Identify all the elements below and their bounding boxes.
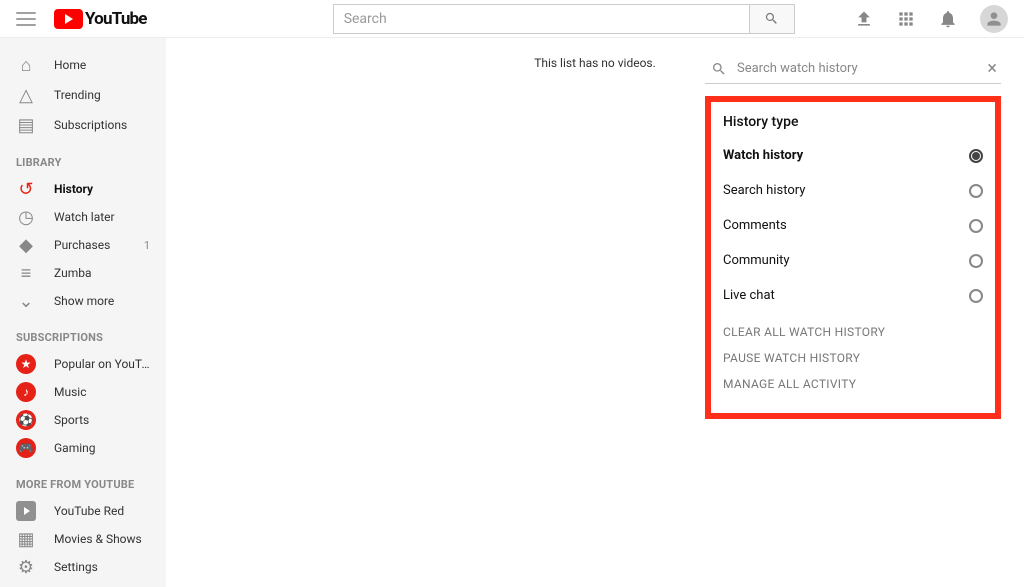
- sidebar-item-label: Popular on YouTu...: [54, 357, 150, 371]
- history-option-community[interactable]: Community: [711, 243, 995, 278]
- watch-later-icon: ◷: [16, 207, 36, 227]
- gaming-icon: 🎮: [16, 438, 36, 458]
- sidebar-item-trending[interactable]: △ Trending: [0, 80, 166, 110]
- sidebar-section-subscriptions: Subscriptions: [0, 315, 166, 350]
- sidebar-section-more: More from YouTube: [0, 462, 166, 497]
- radio-icon: [969, 149, 983, 163]
- play-badge-icon: [54, 9, 83, 29]
- logo-text: YouTube: [85, 9, 147, 29]
- sidebar-subscriptions: ★ Popular on YouTu... ♪ Music ⚽ Sports 🎮 Gaming: [0, 350, 166, 462]
- sidebar-item-gaming[interactable]: 🎮 Gaming: [0, 434, 166, 462]
- search-input[interactable]: [333, 4, 749, 34]
- sidebar: ⌂ Home △ Trending ▤ Subscriptions Library ↺ Hi…: [0, 38, 166, 587]
- sidebar-item-movies-shows[interactable]: ▦ Movies & Shows: [0, 525, 166, 553]
- trending-icon: △: [16, 85, 36, 105]
- film-icon: ▦: [16, 529, 36, 549]
- zumba-icon: ≡: [16, 263, 36, 283]
- sidebar-item-zumba[interactable]: ≡ Zumba: [0, 259, 166, 287]
- sidebar-item-youtube-red[interactable]: YouTube Red: [0, 497, 166, 525]
- history-icon: ↺: [16, 179, 36, 199]
- sidebar-item-home[interactable]: ⌂ Home: [0, 50, 166, 80]
- sidebar-item-label: YouTube Red: [54, 504, 150, 518]
- sidebar-item-settings[interactable]: ⚙ Settings: [0, 553, 166, 581]
- sidebar-item-label: Show more: [54, 294, 150, 308]
- option-label: Community: [723, 253, 790, 268]
- popular-icon: ★: [16, 354, 36, 374]
- gear-icon: ⚙: [16, 557, 36, 577]
- history-search: ×: [705, 54, 1001, 84]
- search-button[interactable]: [749, 4, 795, 34]
- avatar[interactable]: [980, 5, 1008, 33]
- option-label: Live chat: [723, 288, 775, 303]
- search-icon: [764, 11, 779, 26]
- sidebar-item-label: Settings: [54, 560, 150, 574]
- sidebar-item-label: Subscriptions: [54, 118, 150, 132]
- sidebar-item-watch-later[interactable]: ◷ Watch later: [0, 203, 166, 231]
- sidebar-item-history[interactable]: ↺ History: [0, 175, 166, 203]
- sidebar-item-label: Watch later: [54, 210, 150, 224]
- home-icon: ⌂: [16, 55, 36, 75]
- sidebar-more: YouTube Red ▦ Movies & Shows ⚙ Settings: [0, 497, 166, 581]
- sidebar-item-popular[interactable]: ★ Popular on YouTu...: [0, 350, 166, 378]
- sidebar-item-label: History: [54, 182, 150, 196]
- search-icon: [711, 61, 727, 77]
- radio-icon: [969, 254, 983, 268]
- radio-icon: [969, 219, 983, 233]
- apps-icon[interactable]: [896, 9, 916, 29]
- sidebar-item-label: Purchases: [54, 238, 144, 252]
- hamburger-menu[interactable]: [16, 12, 36, 26]
- sidebar-item-label: Gaming: [54, 441, 150, 455]
- sidebar-item-label: Trending: [54, 88, 150, 102]
- sidebar-item-label: Zumba: [54, 266, 150, 280]
- sidebar-item-show-more[interactable]: ⌄ Show more: [0, 287, 166, 315]
- subscriptions-icon: ▤: [16, 115, 36, 135]
- sidebar-item-label: Music: [54, 385, 150, 399]
- history-option-live-chat[interactable]: Live chat: [711, 278, 995, 313]
- sidebar-item-label: Sports: [54, 413, 150, 427]
- header-search: [333, 4, 795, 34]
- history-search-input[interactable]: [737, 61, 1001, 76]
- show-more-icon: ⌄: [16, 291, 36, 311]
- sidebar-item-label: Movies & Shows: [54, 532, 150, 546]
- youtube-logo[interactable]: YouTube: [54, 9, 147, 29]
- clear-search-icon[interactable]: ×: [987, 60, 997, 78]
- sidebar-item-subscriptions[interactable]: ▤ Subscriptions: [0, 110, 166, 140]
- user-icon: [984, 9, 1004, 29]
- sports-icon: ⚽: [16, 410, 36, 430]
- sidebar-section-library: Library: [0, 140, 166, 175]
- sidebar-library: ↺ History ◷ Watch later ◆ Purchases1 ≡ Zumba ⌄ Sh…: [0, 175, 166, 315]
- option-label: Watch history: [723, 148, 803, 163]
- option-label: Search history: [723, 183, 805, 198]
- sidebar-item-purchases[interactable]: ◆ Purchases1: [0, 231, 166, 259]
- history-panel: × History type Watch history Search histo…: [705, 54, 1001, 419]
- history-option-comments[interactable]: Comments: [711, 208, 995, 243]
- radio-icon: [969, 184, 983, 198]
- sidebar-item-sports[interactable]: ⚽ Sports: [0, 406, 166, 434]
- purchases-icon: ◆: [16, 235, 36, 255]
- badge: 1: [144, 239, 150, 252]
- header: YouTube: [0, 0, 1024, 38]
- radio-icon: [969, 289, 983, 303]
- sidebar-top: ⌂ Home △ Trending ▤ Subscriptions: [0, 38, 166, 140]
- history-link-pause[interactable]: PAUSE WATCH HISTORY: [711, 345, 995, 371]
- header-actions: [854, 5, 1008, 33]
- upload-icon[interactable]: [854, 9, 874, 29]
- play-icon: [16, 501, 36, 521]
- music-icon: ♪: [16, 382, 36, 402]
- history-link-clear[interactable]: CLEAR ALL WATCH HISTORY: [711, 319, 995, 345]
- history-option-search[interactable]: Search history: [711, 173, 995, 208]
- history-link-manage[interactable]: MANAGE ALL ACTIVITY: [711, 371, 995, 397]
- history-type-box: History type Watch history Search history…: [705, 96, 1001, 419]
- main: This list has no videos. × History type …: [166, 38, 1024, 587]
- option-label: Comments: [723, 218, 787, 233]
- sidebar-item-music[interactable]: ♪ Music: [0, 378, 166, 406]
- history-type-title: History type: [711, 110, 995, 138]
- history-option-watch[interactable]: Watch history: [711, 138, 995, 173]
- sidebar-item-label: Home: [54, 58, 150, 72]
- notifications-icon[interactable]: [938, 9, 958, 29]
